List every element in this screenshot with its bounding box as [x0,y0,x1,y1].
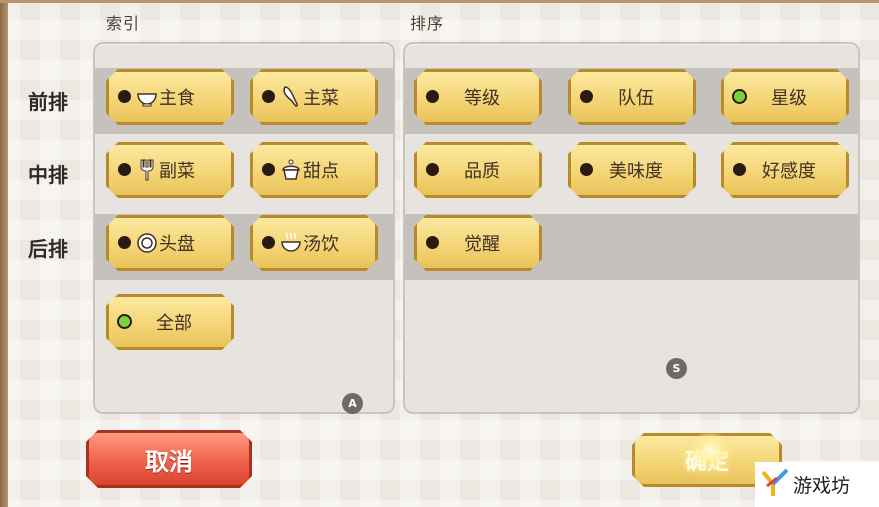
sort-title: 排序 [410,14,445,33]
index-title: 索引 [106,14,141,33]
row-label-middle: 中排 [28,163,68,187]
hint-key-a: A [342,393,363,414]
filter-side-dish[interactable]: 副菜 [106,142,234,198]
selection-dot [118,90,131,103]
plate-icon [135,231,159,255]
watermark-text: 游戏坊 [793,475,851,497]
selection-dot [426,163,439,176]
sort-deliciousness[interactable]: 美味度 [568,142,696,198]
frame-top [0,0,879,3]
sort-quality[interactable]: 品质 [414,142,542,198]
sort-affection[interactable]: 好感度 [721,142,849,198]
filter-staple[interactable]: 主食 [106,69,234,125]
filter-soup-drink[interactable]: 汤饮 [250,215,378,271]
selection-dot [262,163,275,176]
selection-dot [262,236,275,249]
selection-dot [734,91,745,102]
selection-dot [580,90,593,103]
sort-level[interactable]: 等级 [414,69,542,125]
cupcake-icon [279,158,303,182]
filter-all[interactable]: 全部 [106,294,234,350]
selection-dot [262,90,275,103]
selection-dot [119,316,130,327]
filter-main-dish[interactable]: 主菜 [250,69,378,125]
watermark-logo-icon [761,468,789,502]
selection-dot [118,163,131,176]
selection-dot [426,90,439,103]
selection-dot [580,163,593,176]
frame-edge [0,0,8,507]
fork-icon [135,158,159,182]
sort-star[interactable]: 星级 [721,69,849,125]
cancel-button[interactable]: 取消 [86,430,252,488]
sort-label: 星级 [771,88,807,109]
selection-dot [426,236,439,249]
drumstick-icon [279,85,303,109]
sort-label: 队伍 [618,88,654,109]
sort-team[interactable]: 队伍 [568,69,696,125]
hint-key-s: S [666,358,687,379]
bowl-icon [135,85,159,109]
sparkle-effect [690,430,730,470]
selection-dot [733,163,746,176]
filter-dessert[interactable]: 甜点 [250,142,378,198]
sort-awakening[interactable]: 觉醒 [414,215,542,271]
filter-dialog: 索引 排序 前排 中排 后排 主食 主菜 副菜 甜点 头盘 汤饮 全部 等级 队… [0,0,879,507]
selection-dot [118,236,131,249]
row-label-front: 前排 [28,90,68,114]
sort-label: 等级 [464,88,500,109]
watermark: 游戏坊 [755,462,879,507]
sort-label: 美味度 [609,161,663,182]
sort-label: 品质 [464,161,500,182]
sort-label: 觉醒 [464,234,500,255]
filter-label: 全部 [156,313,192,334]
row-label-back: 后排 [28,237,68,261]
steaming-bowl-icon [279,231,303,255]
sort-label: 好感度 [762,161,816,182]
filter-appetizer[interactable]: 头盘 [106,215,234,271]
